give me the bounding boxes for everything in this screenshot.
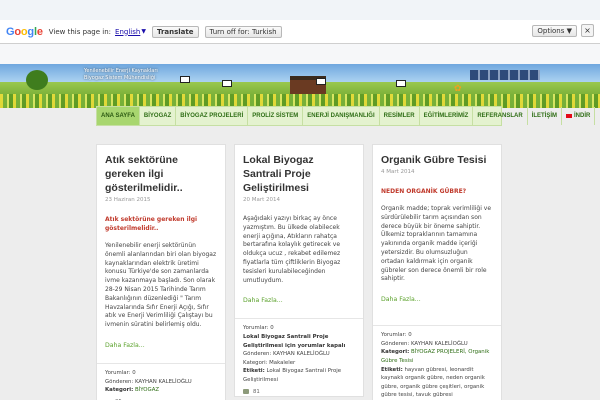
read-more-link[interactable]: Daha Fazla...: [105, 342, 217, 349]
nav-item-enerji-danismanligi[interactable]: ENERJİ DANIŞMANLIĞI: [303, 107, 380, 125]
comments-closed-note: Lokal Biyogaz Santrali Proje Geliştirilm…: [243, 333, 346, 349]
site-tagline-1: Yenilenebilir Enerji Kaynakları: [84, 68, 158, 74]
nav-item-biyogaz[interactable]: BİYOGAZ: [140, 107, 177, 125]
browser-top-strip: [0, 0, 600, 20]
nav-item-resimler[interactable]: RESİMLER: [380, 107, 420, 125]
site-tagline-2: Biyogaz Sistem Mühendisliği: [84, 75, 156, 81]
header-banner: ✿ Yenilenebilir Enerji Kaynakları Biyoga…: [0, 64, 600, 108]
post-date: 4 Mart 2014: [381, 169, 415, 175]
post-title[interactable]: Organik Gübre Tesisi: [381, 153, 493, 167]
post-excerpt: Yenilenebilir enerji sektörünün önemli a…: [105, 242, 217, 329]
translate-bar-right: Options ▼ ×: [526, 24, 594, 37]
translate-bar: Google View this page in: English ▼ Tran…: [0, 20, 600, 44]
category-label: Kategori:: [381, 349, 410, 356]
post-subtitle: Atık sektörüne gereken ilgi gösterilmeli…: [105, 216, 198, 232]
post-category[interactable]: Kategori: Makaleler: [243, 359, 355, 368]
post-tags: Etiketi: Lokal Biyogaz Santrali Proje Ge…: [243, 367, 355, 384]
language-select[interactable]: English: [115, 28, 140, 36]
post-card: Lokal Biyogaz Santrali Proje Geliştirilm…: [234, 144, 364, 398]
nav-item-indir[interactable]: İNDİR: [562, 107, 596, 125]
cow-icon: [316, 78, 326, 85]
view-count: 81: [243, 388, 355, 397]
post-author: Gönderen: KAYHAN KALELİOĞLU: [381, 340, 468, 347]
post-tags: Etiketi: hayvan gübresi, leonardit kayna…: [381, 366, 493, 400]
views-icon: [243, 389, 249, 395]
page-top-gap: [0, 44, 600, 64]
cow-icon: [180, 76, 190, 83]
nav-item-egitimlerimiz[interactable]: EĞİTİMLERİMİZ: [420, 107, 474, 125]
chevron-down-icon[interactable]: ▼: [141, 28, 146, 35]
options-button[interactable]: Options ▼: [532, 24, 577, 37]
cow-icon: [222, 80, 232, 87]
tags-label: Etiketi:: [243, 368, 265, 375]
nav-item-iletisim[interactable]: İLETİŞİM: [528, 107, 562, 125]
post-author: Gönderen: KAYHAN KALELİOĞLU: [243, 351, 330, 358]
comment-count[interactable]: Yorumlar: 0: [105, 369, 217, 378]
cow-icon: [396, 80, 406, 87]
nav-item-referanslar[interactable]: REFERANSLAR: [473, 107, 528, 125]
google-logo: Google: [6, 26, 43, 38]
post-subtitle: NEDEN ORGANİK GÜBRE?: [381, 188, 467, 195]
category-label: Kategori:: [105, 387, 134, 394]
post-title[interactable]: Lokal Biyogaz Santrali Proje Geliştirilm…: [243, 153, 355, 195]
nav-item-ana-sayfa[interactable]: ANA SAYFA: [97, 107, 140, 125]
post-date: 23 Haziran 2015: [105, 197, 151, 203]
close-icon[interactable]: ×: [581, 24, 594, 37]
post-title[interactable]: Atık sektörüne gereken ilgi gösterilmeli…: [105, 153, 217, 195]
tree-icon: [26, 70, 48, 90]
main-nav: ANA SAYFA BİYOGAZ BİYOGAZ PROJELERİ PROL…: [96, 106, 596, 126]
post-excerpt: Aşağıdaki yazıyı birkaç ay önce yazmıştı…: [243, 215, 341, 284]
butterfly-icon: ✿: [454, 84, 462, 94]
post-author: Gönderen: KAYHAN KALELİOĞLU: [105, 378, 192, 385]
post-meta: Yorumlar: 0 Lokal Biyogaz Santrali Proje…: [235, 318, 363, 396]
view-count-value: 81: [253, 388, 260, 395]
nav-item-biyogaz-projeleri[interactable]: BİYOGAZ PROJELERİ: [176, 107, 249, 125]
post-meta: Yorumlar: 0 Gönderen: KAYHAN KALELİOĞLU …: [97, 362, 225, 400]
comment-count[interactable]: Yorumlar: 0: [243, 324, 355, 333]
post-card: Organik Gübre Tesisi 4 Mart 2014 NEDEN O…: [372, 144, 502, 400]
comment-count[interactable]: Yorumlar: 0: [381, 331, 493, 340]
post-date: 20 Mart 2014: [243, 197, 281, 203]
site-logo[interactable]: Yenilenebilir Enerji Kaynakları Biyogaz …: [84, 68, 170, 88]
turn-off-button[interactable]: Turn off for: Turkish: [204, 25, 282, 38]
tags-label: Etiketi:: [381, 366, 403, 373]
post-category: Kategori: BİYOGAZ: [105, 386, 217, 395]
post-excerpt: Organik madde; toprak verimliliği ve sür…: [381, 205, 492, 283]
post-meta: Yorumlar: 0 Gönderen: KAYHAN KALELİOĞLU …: [373, 325, 501, 400]
post-card: Atık sektörüne gereken ilgi gösterilmeli…: [96, 144, 226, 400]
read-more-link[interactable]: Daha Fazla...: [243, 297, 355, 304]
nav-item-indir-label: İNDİR: [574, 113, 591, 119]
post-category: Kategori: BİYOGAZ PROJELERİ, Organik Güb…: [381, 348, 493, 365]
flag-icon: [566, 114, 572, 118]
translate-button[interactable]: Translate: [151, 25, 199, 38]
read-more-link[interactable]: Daha Fazla...: [381, 296, 493, 303]
nav-item-proliz-sistem[interactable]: PROLİZ SİSTEM: [248, 107, 304, 125]
category-link[interactable]: BİYOGAZ: [135, 387, 159, 393]
logo-letter: e: [36, 25, 43, 38]
solar-panels-icon: [470, 70, 540, 80]
translate-prompt: View this page in:: [48, 27, 112, 36]
